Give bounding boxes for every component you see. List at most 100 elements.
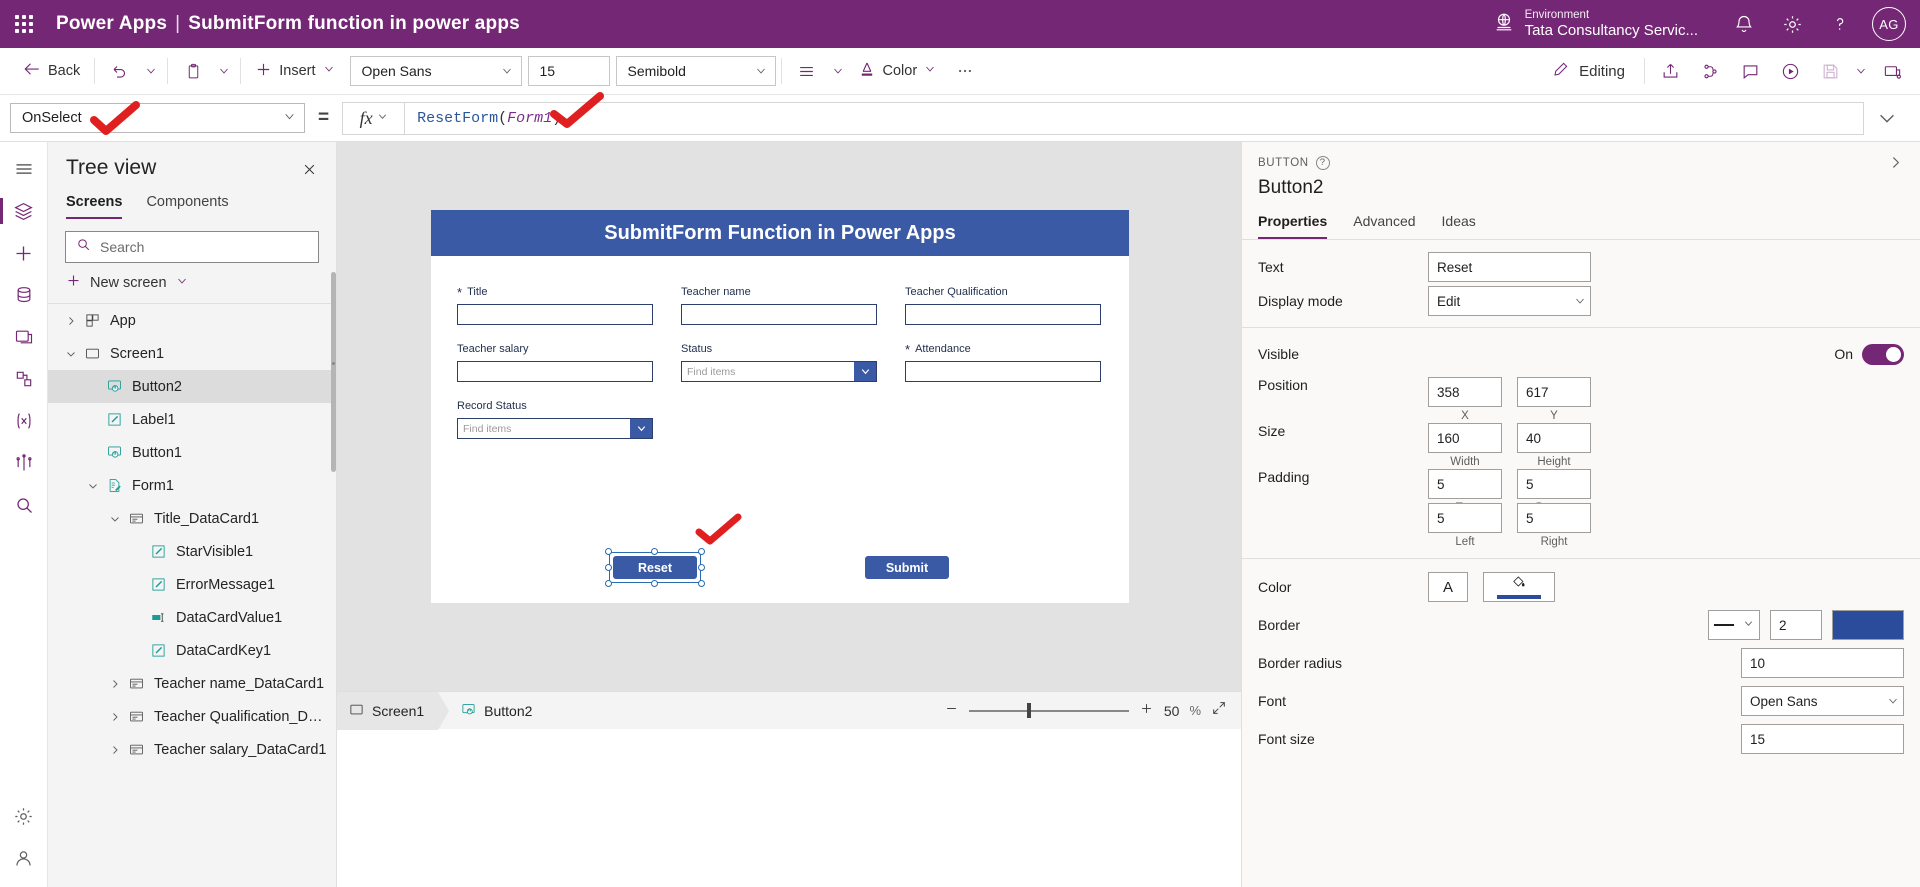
tab-advanced[interactable]: Advanced bbox=[1353, 213, 1415, 239]
border-width-input[interactable]: 2 bbox=[1770, 610, 1822, 640]
padding-bottom-input[interactable]: 5 bbox=[1517, 469, 1591, 499]
field-input-teacher-qualification[interactable] bbox=[905, 304, 1101, 325]
zoom-out-icon[interactable] bbox=[944, 701, 959, 721]
tree-node-teacher-qualification-datacard1[interactable]: Teacher Qualification_DataCard1 bbox=[48, 700, 336, 733]
help-icon[interactable]: ? bbox=[1315, 155, 1330, 170]
more-options-icon[interactable] bbox=[945, 53, 985, 89]
search-input[interactable] bbox=[100, 239, 318, 255]
align-dropdown-chevron-icon[interactable] bbox=[827, 54, 849, 88]
editing-mode-button[interactable]: Editing bbox=[1546, 60, 1639, 82]
datacard-attendance[interactable]: * Attendance bbox=[905, 341, 1101, 382]
rail-variables-icon[interactable] bbox=[0, 400, 48, 442]
breadcrumb-screen[interactable]: Screen1 bbox=[337, 691, 439, 730]
tree-node-button2[interactable]: Button2 bbox=[48, 370, 336, 403]
padding-right-input[interactable]: 5 bbox=[1517, 503, 1591, 533]
fit-to-screen-icon[interactable] bbox=[1211, 700, 1227, 721]
rail-data-icon[interactable] bbox=[0, 274, 48, 316]
paste-dropdown-chevron-icon[interactable] bbox=[213, 54, 235, 88]
font-size-input[interactable]: 15 bbox=[1741, 724, 1904, 754]
display-mode-select[interactable]: Edit bbox=[1428, 286, 1591, 316]
position-y-input[interactable]: 617 bbox=[1517, 377, 1591, 407]
rail-components-icon[interactable] bbox=[0, 442, 48, 484]
size-height-input[interactable]: 40 bbox=[1517, 423, 1591, 453]
tree-node-button1[interactable]: Button1 bbox=[48, 436, 336, 469]
font-size-select[interactable]: 15 bbox=[527, 56, 610, 86]
chevron-right-icon[interactable] bbox=[106, 744, 124, 756]
zoom-in-icon[interactable] bbox=[1139, 701, 1154, 721]
datacard-title[interactable]: * Title bbox=[457, 284, 653, 325]
panel-collapse-chevron-icon[interactable] bbox=[1887, 154, 1904, 171]
rail-media-icon[interactable] bbox=[0, 316, 48, 358]
formula-expand-chevron-icon[interactable] bbox=[1864, 98, 1910, 138]
field-input-title[interactable] bbox=[457, 304, 653, 325]
zoom-slider[interactable] bbox=[968, 703, 1129, 718]
play-preview-icon[interactable] bbox=[1770, 53, 1810, 89]
chevron-down-icon[interactable] bbox=[106, 513, 124, 525]
size-width-input[interactable]: 160 bbox=[1428, 423, 1502, 453]
rail-search-icon[interactable] bbox=[0, 484, 48, 526]
field-input-teacher-name[interactable] bbox=[681, 304, 877, 325]
checker-icon[interactable] bbox=[1690, 53, 1730, 89]
field-combobox-record-status[interactable]: Find items bbox=[457, 418, 653, 439]
tree-node-datacardkey1[interactable]: DataCardKey1 bbox=[48, 634, 336, 667]
tree-node-title-datacard1[interactable]: Title_DataCard1 bbox=[48, 502, 336, 535]
visible-toggle[interactable] bbox=[1862, 343, 1904, 365]
chevron-right-icon[interactable] bbox=[62, 315, 80, 327]
text-align-icon[interactable] bbox=[787, 53, 827, 89]
datacard-status[interactable]: Status Find items bbox=[681, 341, 877, 382]
position-x-input[interactable]: 358 bbox=[1428, 377, 1502, 407]
save-dropdown-chevron-icon[interactable] bbox=[1850, 54, 1872, 88]
border-style-select[interactable] bbox=[1708, 610, 1760, 640]
rail-menu-icon[interactable] bbox=[0, 148, 48, 190]
tree-node-teacher-name-datacard1[interactable]: Teacher name_DataCard1 bbox=[48, 667, 336, 700]
chevron-down-icon[interactable] bbox=[62, 348, 80, 360]
rail-account-icon[interactable] bbox=[0, 837, 48, 879]
status-chevron-down-icon[interactable] bbox=[854, 362, 876, 381]
tree-node-screen1[interactable]: Screen1 bbox=[48, 337, 336, 370]
tree-node-form1[interactable]: Form1 bbox=[48, 469, 336, 502]
chevron-down-icon[interactable] bbox=[84, 480, 102, 492]
text-color-button[interactable]: A bbox=[1428, 572, 1468, 602]
help-icon[interactable] bbox=[1816, 0, 1864, 48]
tab-properties[interactable]: Properties bbox=[1258, 213, 1328, 239]
new-screen-button[interactable]: New screen bbox=[48, 263, 336, 304]
app-launcher-icon[interactable] bbox=[0, 0, 48, 48]
rail-powerautomate-icon[interactable] bbox=[0, 358, 48, 400]
tab-components[interactable]: Components bbox=[146, 194, 228, 219]
tab-ideas[interactable]: Ideas bbox=[1442, 213, 1476, 239]
datacard-record-status[interactable]: Record Status Find items bbox=[457, 398, 653, 439]
environment-picker[interactable]: Environment Tata Consultancy Servic... bbox=[1493, 9, 1720, 39]
rail-tree-view-icon[interactable] bbox=[0, 190, 48, 232]
record-status-chevron-down-icon[interactable] bbox=[630, 419, 652, 438]
datacard-teacher-salary[interactable]: Teacher salary bbox=[457, 341, 653, 382]
tab-screens[interactable]: Screens bbox=[66, 194, 123, 219]
field-input-teacher-salary[interactable] bbox=[457, 361, 653, 382]
text-property-input[interactable]: Reset bbox=[1428, 252, 1591, 282]
panel-resize-handle[interactable] bbox=[331, 352, 336, 374]
border-color-swatch[interactable] bbox=[1832, 610, 1904, 640]
padding-left-input[interactable]: 5 bbox=[1428, 503, 1502, 533]
submit-button[interactable]: Submit bbox=[865, 556, 949, 579]
rail-insert-icon[interactable] bbox=[0, 232, 48, 274]
notifications-bell-icon[interactable] bbox=[1720, 0, 1768, 48]
color-button[interactable]: Color bbox=[849, 54, 946, 88]
datacard-teacher-qualification[interactable]: Teacher Qualification bbox=[905, 284, 1101, 325]
border-radius-input[interactable]: 10 bbox=[1741, 648, 1904, 678]
fill-color-button[interactable] bbox=[1483, 572, 1555, 602]
comments-icon[interactable] bbox=[1730, 53, 1770, 89]
chevron-right-icon[interactable] bbox=[106, 711, 124, 723]
breadcrumb-control[interactable]: Button2 bbox=[449, 692, 546, 730]
tree-node-starvisible1[interactable]: StarVisible1 bbox=[48, 535, 336, 568]
tree-search-box[interactable] bbox=[65, 231, 319, 263]
avatar[interactable]: AG bbox=[1872, 7, 1906, 41]
tree-node-teacher-salary-datacard1[interactable]: Teacher salary_DataCard1 bbox=[48, 733, 336, 766]
rail-settings-icon[interactable] bbox=[0, 795, 48, 837]
close-icon[interactable] bbox=[296, 156, 322, 182]
tree-node-app[interactable]: App bbox=[48, 304, 336, 337]
save-icon[interactable] bbox=[1810, 53, 1850, 89]
padding-top-input[interactable]: 5 bbox=[1428, 469, 1502, 499]
formula-input[interactable]: ResetForm(Form1) bbox=[404, 101, 1864, 135]
insert-button[interactable]: Insert bbox=[246, 54, 343, 88]
field-input-attendance[interactable] bbox=[905, 361, 1101, 382]
reset-button[interactable]: Reset bbox=[613, 556, 697, 579]
